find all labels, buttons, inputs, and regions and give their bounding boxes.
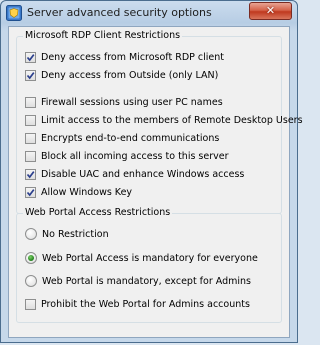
checkbox-box[interactable] bbox=[25, 150, 36, 162]
radio-no-restriction[interactable]: No Restriction bbox=[25, 227, 109, 241]
security-app-icon bbox=[6, 5, 22, 21]
checkmark-icon bbox=[26, 188, 35, 196]
dialog-content: Microsoft RDP Client Restrictions Deny a… bbox=[8, 26, 303, 338]
radio-selected-dot bbox=[28, 255, 34, 261]
radio-mandatory-everyone[interactable]: Web Portal Access is mandatory for every… bbox=[25, 251, 258, 265]
checkbox-label: Block all incoming access to this server bbox=[41, 150, 229, 162]
title-bar[interactable]: Server advanced security options ✕ bbox=[1, 1, 297, 25]
close-button[interactable]: ✕ bbox=[249, 2, 292, 20]
checkbox-deny-rdp-client[interactable]: Deny access from Microsoft RDP client bbox=[25, 50, 224, 64]
radio-button[interactable] bbox=[25, 252, 37, 264]
checkbox-label: Deny access from Outside (only LAN) bbox=[41, 69, 219, 81]
checkbox-box[interactable] bbox=[25, 298, 36, 310]
checkbox-limit-access[interactable]: Limit access to the members of Remote De… bbox=[25, 113, 303, 127]
rdp-restrictions-group: Microsoft RDP Client Restrictions Deny a… bbox=[16, 30, 303, 214]
checkbox-box[interactable] bbox=[25, 96, 36, 108]
window-title: Server advanced security options bbox=[27, 6, 212, 19]
checkbox-box[interactable] bbox=[25, 168, 36, 180]
checkbox-box[interactable] bbox=[25, 69, 36, 81]
checkbox-block-incoming[interactable]: Block all incoming access to this server bbox=[25, 149, 229, 163]
checkbox-box[interactable] bbox=[25, 51, 36, 63]
checkmark-icon bbox=[26, 71, 35, 79]
checkbox-label: Disable UAC and enhance Windows access bbox=[41, 168, 245, 180]
web-portal-group: Web Portal Access Restrictions No Restri… bbox=[16, 207, 282, 323]
checkbox-label: Encrypts end-to-end communications bbox=[41, 132, 220, 144]
rdp-group-title: Microsoft RDP Client Restrictions bbox=[23, 30, 183, 41]
radio-label: Web Portal Access is mandatory for every… bbox=[42, 252, 258, 264]
checkbox-allow-windows-key[interactable]: Allow Windows Key bbox=[25, 185, 132, 199]
checkbox-deny-outside[interactable]: Deny access from Outside (only LAN) bbox=[25, 68, 218, 82]
checkbox-box[interactable] bbox=[25, 114, 36, 126]
checkbox-firewall-sessions[interactable]: Firewall sessions using user PC names bbox=[25, 95, 223, 109]
checkbox-label: Limit access to the members of Remote De… bbox=[41, 114, 303, 126]
close-icon: ✕ bbox=[265, 4, 276, 17]
radio-label: No Restriction bbox=[42, 228, 109, 240]
checkbox-label: Firewall sessions using user PC names bbox=[41, 96, 223, 108]
checkbox-label: Allow Windows Key bbox=[41, 186, 133, 198]
checkbox-box[interactable] bbox=[25, 132, 36, 144]
checkbox-label: Deny access from Microsoft RDP client bbox=[41, 51, 224, 63]
radio-button[interactable] bbox=[25, 275, 37, 287]
checkbox-label: Prohibit the Web Portal for Admins accou… bbox=[41, 298, 250, 310]
radio-label: Web Portal is mandatory, except for Admi… bbox=[42, 275, 251, 287]
checkbox-box[interactable] bbox=[25, 186, 36, 198]
radio-button[interactable] bbox=[25, 228, 37, 240]
radio-mandatory-except-admins[interactable]: Web Portal is mandatory, except for Admi… bbox=[25, 274, 251, 288]
dialog-window: Server advanced security options ✕ Micro… bbox=[0, 0, 303, 343]
checkbox-encrypt[interactable]: Encrypts end-to-end communications bbox=[25, 131, 219, 145]
checkmark-icon bbox=[26, 53, 35, 61]
checkmark-icon bbox=[26, 170, 35, 178]
checkbox-prohibit-portal-admins[interactable]: Prohibit the Web Portal for Admins accou… bbox=[25, 297, 250, 311]
portal-group-title: Web Portal Access Restrictions bbox=[23, 207, 173, 218]
checkbox-disable-uac[interactable]: Disable UAC and enhance Windows access bbox=[25, 167, 244, 181]
